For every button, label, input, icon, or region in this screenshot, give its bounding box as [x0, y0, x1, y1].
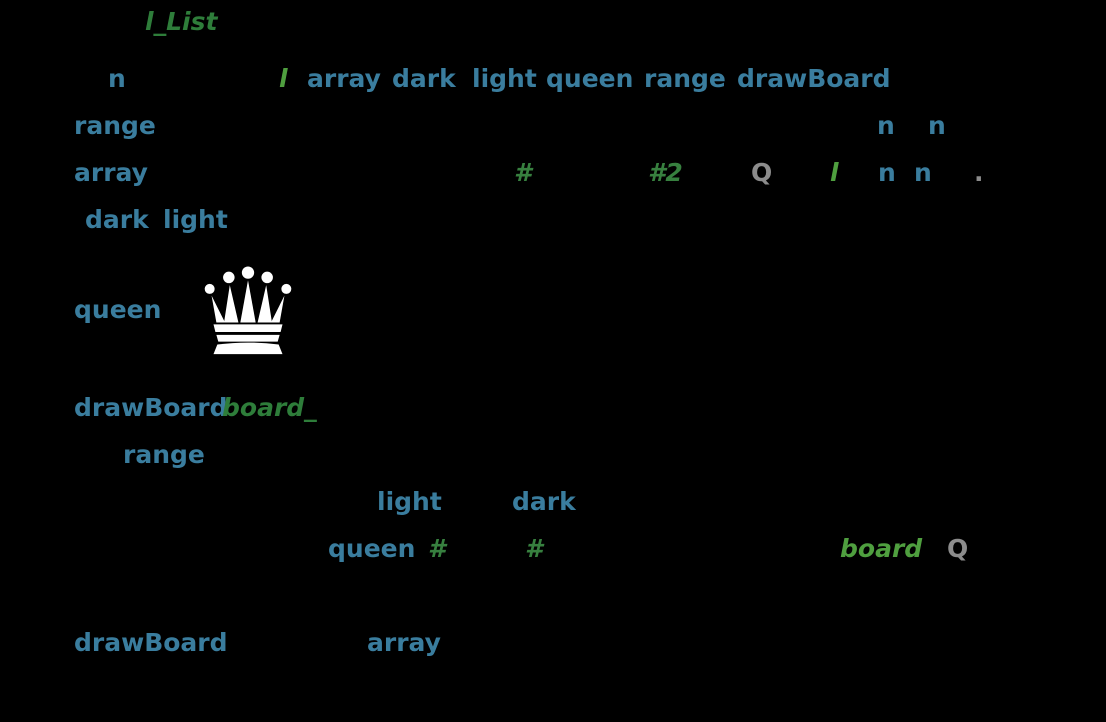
code-cell-canvas[interactable]: l_List n l array dark light queen range drawBoar…: [0, 0, 1106, 722]
string-period[interactable]: .: [974, 160, 984, 185]
scoped-board[interactable]: board: [840, 536, 922, 561]
symbol-drawboard[interactable]: drawBoard: [74, 395, 228, 420]
slot-2[interactable]: #2: [648, 160, 683, 185]
symbol-range[interactable]: range: [74, 113, 156, 138]
pattern-board[interactable]: board_: [222, 395, 317, 420]
symbol-drawboard[interactable]: drawBoard: [737, 66, 891, 91]
string-q[interactable]: Q: [947, 536, 968, 561]
string-q[interactable]: Q: [751, 160, 772, 185]
symbol-light[interactable]: light: [472, 66, 537, 91]
symbol-n[interactable]: n: [877, 113, 895, 138]
slot-1[interactable]: #: [428, 536, 445, 561]
symbol-n[interactable]: n: [914, 160, 932, 185]
symbol-light[interactable]: light: [377, 489, 442, 514]
scoped-l[interactable]: l: [279, 66, 288, 91]
symbol-queen[interactable]: queen: [74, 297, 161, 322]
symbol-dark[interactable]: dark: [392, 66, 456, 91]
symbol-dark[interactable]: dark: [85, 207, 149, 232]
symbol-array[interactable]: array: [74, 160, 148, 185]
symbol-n[interactable]: n: [878, 160, 896, 185]
symbol-dark[interactable]: dark: [512, 489, 576, 514]
pattern-l-list[interactable]: l_List: [145, 9, 217, 34]
symbol-light[interactable]: light: [163, 207, 228, 232]
slot-1[interactable]: #: [525, 536, 542, 561]
symbol-queen[interactable]: queen: [328, 536, 415, 561]
slot-1[interactable]: #: [514, 160, 531, 185]
symbol-array[interactable]: array: [367, 630, 441, 655]
symbol-queen[interactable]: queen: [546, 66, 633, 91]
symbol-range[interactable]: range: [644, 66, 726, 91]
chess-queen-glyph: [200, 264, 296, 356]
symbol-range[interactable]: range: [123, 442, 205, 467]
symbol-n[interactable]: n: [108, 66, 126, 91]
symbol-n[interactable]: n: [928, 113, 946, 138]
symbol-array[interactable]: array: [307, 66, 381, 91]
scoped-l[interactable]: l: [830, 160, 839, 185]
symbol-drawboard[interactable]: drawBoard: [74, 630, 228, 655]
